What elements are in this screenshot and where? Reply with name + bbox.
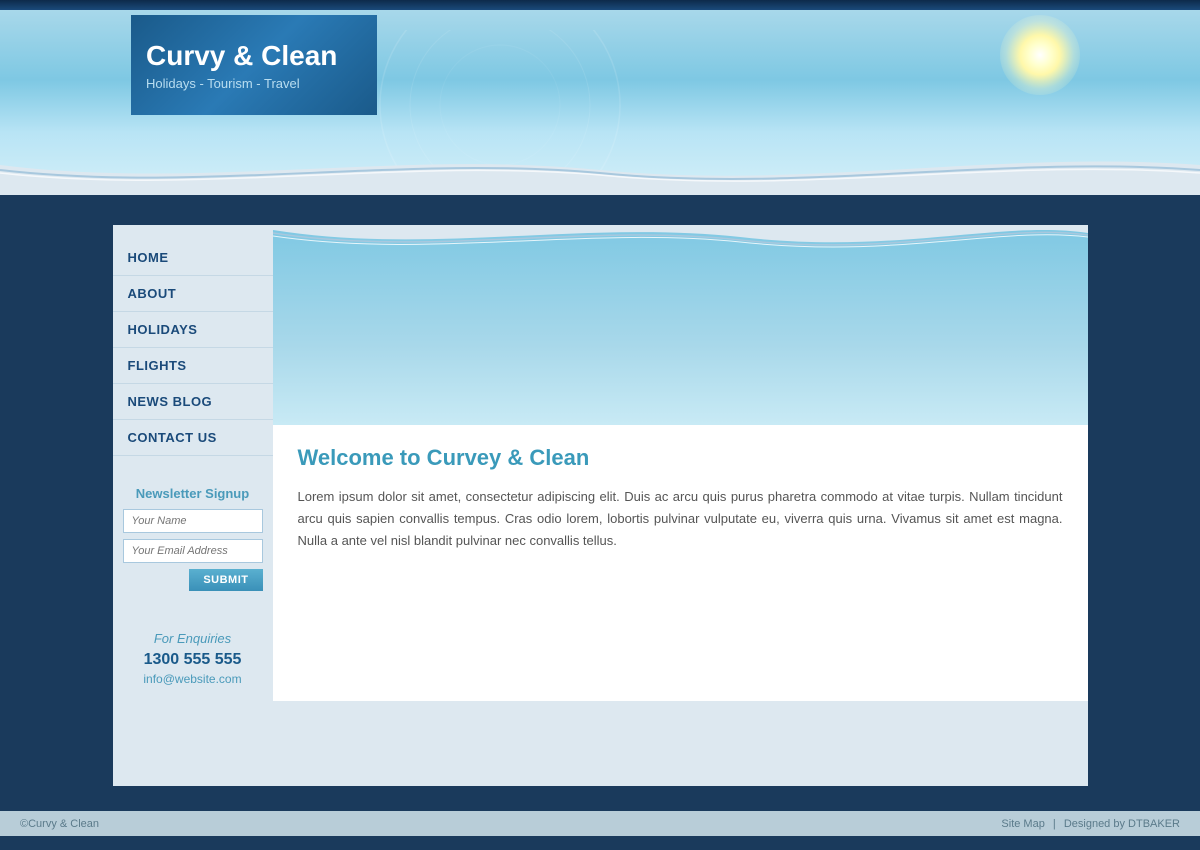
wave-svg — [0, 155, 1200, 195]
nav-link-flights[interactable]: FLIGHTS — [113, 348, 273, 383]
nav-link-home[interactable]: HOME — [113, 240, 273, 275]
banner-area — [273, 225, 1088, 425]
inner-footer-bg — [113, 701, 1088, 786]
newsletter-submit-button[interactable]: SUBMIT — [189, 569, 262, 591]
footer-bar: ©Curvy & Clean Site Map | Designed by DT… — [0, 811, 1200, 836]
logo-box: Curvy & Clean Holidays - Tourism - Trave… — [131, 15, 377, 115]
main-content: Welcome to Curvey & Clean Lorem ipsum do… — [273, 225, 1088, 701]
banner-wave-top — [273, 225, 1088, 265]
enquiries-phone: 1300 555 555 — [123, 651, 263, 669]
outer-footer — [0, 701, 1200, 811]
nav-item-home[interactable]: HOME — [113, 240, 273, 276]
sidebar: HOME ABOUT HOLIDAYS FLIGHTS NEWS BLOG — [113, 225, 273, 701]
enquiries-section: For Enquiries 1300 555 555 info@website.… — [113, 616, 273, 701]
welcome-title: Welcome to Curvey & Clean — [298, 445, 1063, 471]
footer-separator: | — [1053, 818, 1056, 830]
nav-menu: HOME ABOUT HOLIDAYS FLIGHTS NEWS BLOG — [113, 225, 273, 456]
top-bar — [0, 0, 1200, 10]
footer-copyright: ©Curvy & Clean — [20, 818, 99, 830]
welcome-body: Lorem ipsum dolor sit amet, consectetur … — [298, 486, 1063, 552]
nav-item-contact-us[interactable]: CONTACT US — [113, 420, 273, 456]
enquiries-email: info@website.com — [123, 672, 263, 686]
nav-link-news-blog[interactable]: NEWS BLOG — [113, 384, 273, 419]
newsletter-email-input[interactable] — [123, 539, 263, 563]
wave-divider — [0, 185, 1200, 225]
footer-sitemap-link[interactable]: Site Map — [1001, 818, 1044, 830]
nav-item-about[interactable]: ABOUT — [113, 276, 273, 312]
nav-link-holidays[interactable]: HOLIDAYS — [113, 312, 273, 347]
logo-subtitle: Holidays - Tourism - Travel — [146, 76, 362, 91]
nav-link-about[interactable]: ABOUT — [113, 276, 273, 311]
newsletter-title: Newsletter Signup — [123, 486, 263, 501]
sun-decoration — [1000, 15, 1080, 95]
logo-title: Curvy & Clean — [146, 39, 362, 73]
main-wrapper: HOME ABOUT HOLIDAYS FLIGHTS NEWS BLOG — [0, 225, 1200, 701]
footer-links: Site Map | Designed by DTBAKER — [1001, 818, 1180, 830]
enquiries-title: For Enquiries — [123, 631, 263, 646]
footer-designed-by: Designed by DTBAKER — [1064, 818, 1180, 830]
nav-item-holidays[interactable]: HOLIDAYS — [113, 312, 273, 348]
nav-item-flights[interactable]: FLIGHTS — [113, 348, 273, 384]
newsletter-section: Newsletter Signup SUBMIT — [113, 471, 273, 606]
content-container: HOME ABOUT HOLIDAYS FLIGHTS NEWS BLOG — [113, 225, 1088, 701]
newsletter-name-input[interactable] — [123, 509, 263, 533]
nav-item-news-blog[interactable]: NEWS BLOG — [113, 384, 273, 420]
nav-link-contact-us[interactable]: CONTACT US — [113, 420, 273, 455]
welcome-section: Welcome to Curvey & Clean Lorem ipsum do… — [273, 425, 1088, 582]
